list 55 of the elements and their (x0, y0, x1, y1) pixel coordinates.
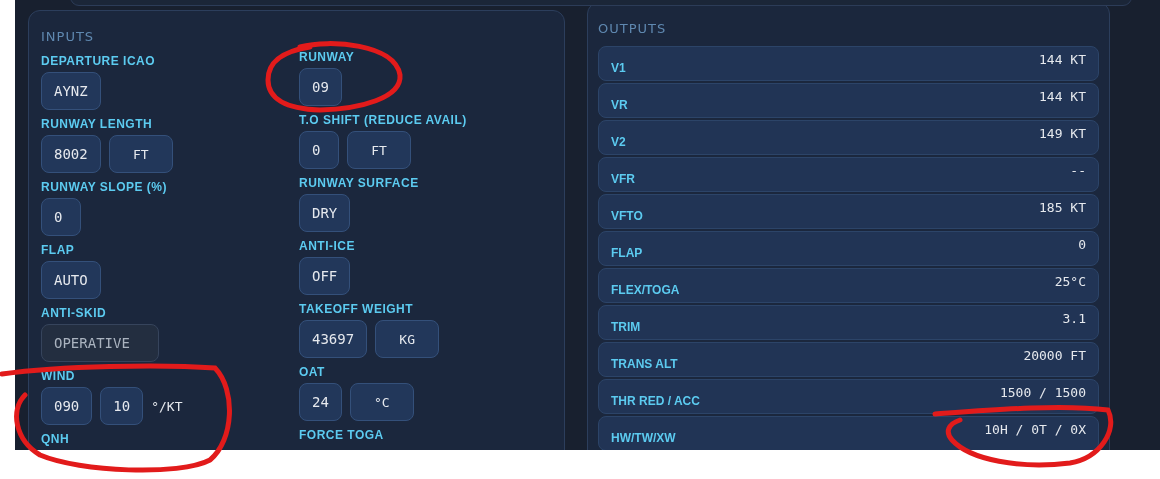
input-field[interactable]: 0 (299, 131, 339, 169)
field-label: RUNWAY LENGTH (41, 117, 153, 131)
output-label: TRIM (611, 319, 641, 334)
field-label: OAT (299, 365, 325, 379)
input-field[interactable]: 43697 (299, 320, 368, 358)
field-label: RUNWAY SURFACE (299, 176, 419, 190)
output-label: TRANS ALT (611, 356, 678, 371)
output-label: THR RED / ACC (611, 393, 700, 408)
field-label: FORCE TOGA (299, 428, 384, 442)
field-label: T.O SHIFT (REDUCE AVAIL) (299, 113, 467, 127)
output-value: 3.1 (1062, 311, 1086, 326)
output-value: 144 KT (1039, 52, 1086, 67)
input-field[interactable]: AUTO (41, 261, 101, 299)
input-field[interactable]: 8002 (41, 135, 101, 173)
input-field[interactable]: 09 (299, 68, 342, 106)
input-field[interactable]: 10 (100, 387, 144, 425)
field-label: RUNWAY (299, 50, 355, 64)
input-field[interactable]: 24 (299, 383, 342, 421)
field-label: TAKEOFF WEIGHT (299, 302, 414, 316)
field-label: RUNWAY SLOPE (%) (41, 180, 168, 194)
field-label: DEPARTURE ICAO (41, 54, 156, 68)
field-label: ANTI-ICE (299, 239, 355, 253)
output-label: FLEX/TOGA (611, 282, 680, 297)
output-value: 25°C (1054, 274, 1086, 289)
unit-button[interactable]: KG (375, 320, 440, 358)
output-value: 20000 FT (1023, 348, 1086, 363)
input-field[interactable]: AYNZ (41, 72, 101, 110)
panel-title: INPUTS (41, 29, 95, 44)
output-label: VFR (611, 171, 635, 186)
output-label: V1 (611, 60, 626, 75)
output-label: VR (611, 97, 628, 112)
output-label: V2 (611, 134, 626, 149)
unit-label: °/KT (151, 398, 183, 414)
input-field[interactable]: 0 (41, 198, 81, 236)
unit-button[interactable]: FT (108, 135, 173, 173)
output-value: 10H / 0T / 0X (984, 422, 1086, 437)
input-field[interactable]: OFF (299, 257, 351, 295)
field-label: FLAP (41, 243, 75, 257)
output-value: 149 KT (1039, 126, 1086, 141)
field-label: QNH (41, 432, 70, 446)
output-value: 185 KT (1039, 200, 1086, 215)
input-field[interactable]: 090 (41, 387, 93, 425)
output-label: HW/TW/XW (611, 430, 676, 445)
input-field[interactable]: DRY (299, 194, 351, 232)
field-label: ANTI-SKID (41, 306, 107, 320)
field-label: WIND (41, 369, 75, 383)
output-label: FLAP (611, 245, 643, 260)
unit-button[interactable]: °C (349, 383, 414, 421)
unit-button[interactable]: FT (347, 131, 411, 169)
panel-title: OUTPUTS (598, 21, 667, 36)
output-value: -- (1070, 163, 1086, 178)
output-value: 0 (1078, 237, 1086, 252)
output-label: VFTO (611, 208, 643, 223)
output-value: 1500 / 1500 (999, 385, 1086, 400)
output-value: 144 KT (1039, 89, 1086, 104)
